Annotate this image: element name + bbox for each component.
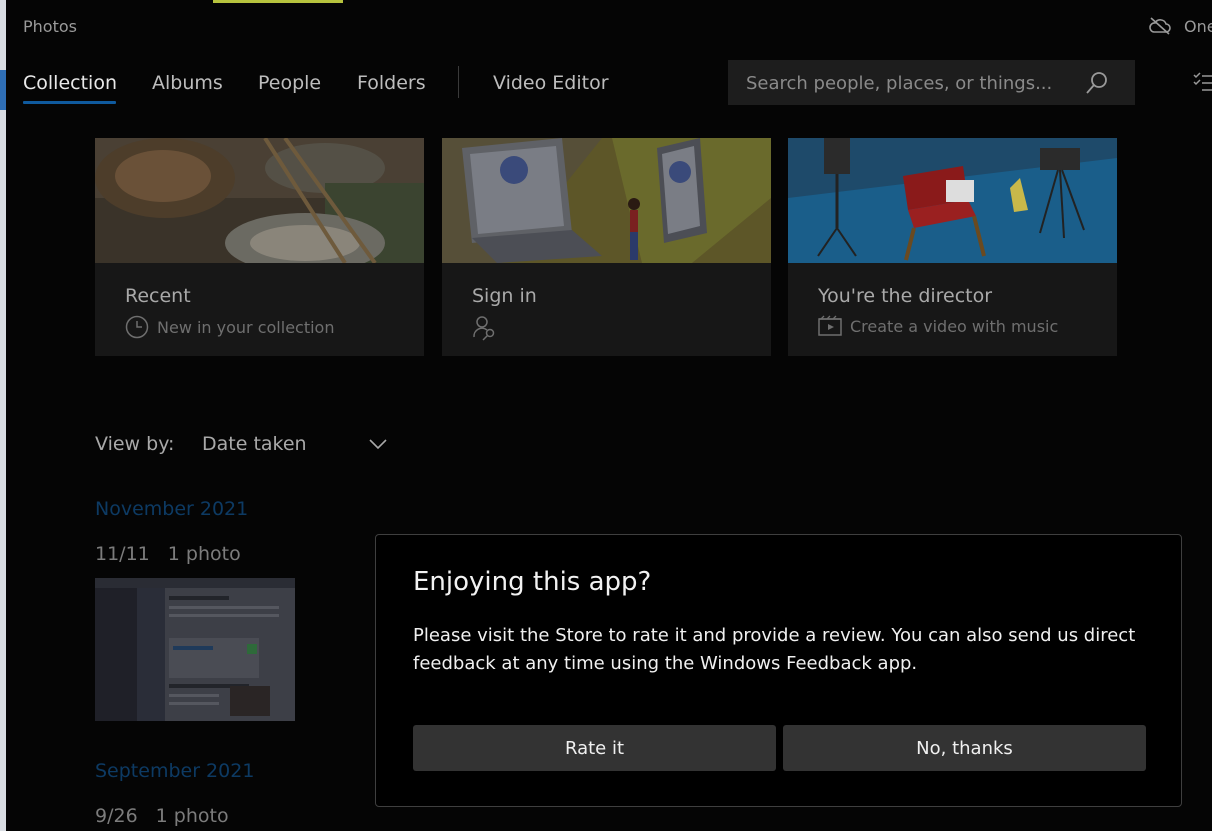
title-accent-bar [213,0,343,3]
card-director-subtitle: Create a video with music [850,316,1059,336]
person-key-icon [473,316,495,341]
active-tab-indicator [23,101,116,104]
onedrive-cloud-icon[interactable] [1148,16,1172,36]
sign-in-illustration [442,138,771,263]
no-thanks-button[interactable]: No, thanks [783,725,1146,771]
view-by-value: Date taken [202,433,307,455]
card-recent[interactable]: Recent New in your collection [95,138,424,356]
clock-icon [125,315,149,339]
chevron-down-icon [369,439,387,450]
dialog-title: Enjoying this app? [413,567,652,597]
search-box[interactable] [728,60,1135,107]
card-director[interactable]: You're the director Create a video with … [788,138,1117,356]
date-group-row: 9/26 1 photo [95,805,229,827]
tab-folders[interactable]: Folders [357,72,426,94]
rate-it-button[interactable]: Rate it [413,725,776,771]
card-sign-in-title: Sign in [472,285,537,307]
date-group-row: 11/11 1 photo [95,543,241,565]
tab-albums[interactable]: Albums [152,72,223,94]
date-label: 9/26 [95,805,138,827]
search-input[interactable] [744,60,1078,107]
video-icon [818,315,842,336]
onedrive-label[interactable]: One [1184,17,1212,36]
photo-count: 1 photo [155,805,229,827]
card-recent-subtitle: New in your collection [157,317,335,337]
recent-food-photo [95,138,424,263]
tab-collection[interactable]: Collection [23,72,117,94]
photo-thumbnail[interactable] [95,578,295,721]
view-by-label: View by: [95,433,175,455]
card-sign-in[interactable]: Sign in [442,138,771,356]
card-recent-subtitle-row: New in your collection [125,315,334,339]
nav-divider [458,66,459,98]
month-heading[interactable]: November 2021 [95,498,248,520]
card-recent-title: Recent [125,285,191,307]
search-icon[interactable] [1084,70,1110,96]
tab-video-editor[interactable]: Video Editor [493,72,609,94]
dialog-message: Please visit the Store to rate it and pr… [413,625,1136,674]
tab-people[interactable]: People [258,72,321,94]
date-label: 11/11 [95,543,150,565]
select-list-icon[interactable] [1192,70,1212,92]
photo-count: 1 photo [167,543,241,565]
month-heading[interactable]: September 2021 [95,760,254,782]
card-sign-in-subtitle-row [472,315,506,341]
director-illustration [788,138,1117,263]
card-director-title: You're the director [818,285,993,307]
card-director-subtitle-row: Create a video with music [818,315,1058,337]
app-title: Photos [23,17,77,36]
view-by-dropdown[interactable]: Date taken [202,428,398,462]
rating-dialog: Enjoying this app? Please visit the Stor… [375,534,1182,807]
